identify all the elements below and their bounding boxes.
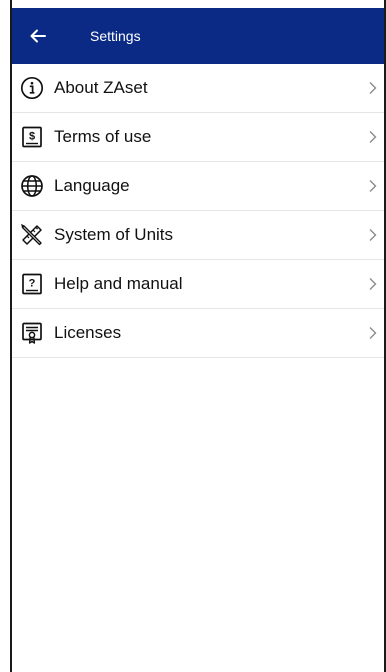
- chevron-right-icon: [369, 278, 377, 290]
- ruler-pencil-icon: [21, 223, 42, 246]
- chevron-right-icon: [369, 82, 377, 94]
- svg-text:$: $: [29, 131, 35, 143]
- app-bar: Settings: [12, 8, 384, 64]
- settings-item-help[interactable]: ? Help and manual: [12, 260, 384, 309]
- settings-item-label: Terms of use: [54, 127, 152, 146]
- settings-list: About ZAset $ Terms of use Language Syst…: [12, 64, 384, 358]
- settings-item-about[interactable]: About ZAset: [12, 64, 384, 113]
- chevron-right-icon: [369, 180, 377, 192]
- chevron-right-icon: [369, 229, 377, 241]
- settings-screen: Settings About ZAset $ Terms of use Lang…: [12, 0, 384, 672]
- settings-item-label: About ZAset: [54, 78, 148, 97]
- certificate-icon: [22, 322, 42, 344]
- settings-item-label: Language: [54, 176, 130, 195]
- chevron-right-icon: [369, 131, 377, 143]
- chevron-right-icon: [369, 327, 377, 339]
- arrow-left-icon: [30, 29, 46, 43]
- settings-item-label: System of Units: [54, 225, 174, 244]
- screen: Settings About ZAset $ Terms of use Lang…: [0, 0, 386, 672]
- help-book-icon: ?: [22, 273, 42, 295]
- settings-item-label: Help and manual: [54, 274, 183, 293]
- settings-item-label: Licenses: [54, 323, 122, 342]
- back-button[interactable]: [22, 20, 54, 52]
- globe-icon: [21, 175, 43, 197]
- info-circle-icon: [20, 76, 44, 100]
- settings-item-language[interactable]: Language: [12, 162, 384, 211]
- page-title: Settings: [90, 28, 141, 44]
- svg-text:?: ?: [29, 278, 36, 290]
- settings-item-licenses[interactable]: Licenses: [12, 309, 384, 358]
- settings-item-terms[interactable]: $ Terms of use: [12, 113, 384, 162]
- document-dollar-icon: $: [22, 126, 42, 148]
- settings-item-units[interactable]: System of Units: [12, 211, 384, 260]
